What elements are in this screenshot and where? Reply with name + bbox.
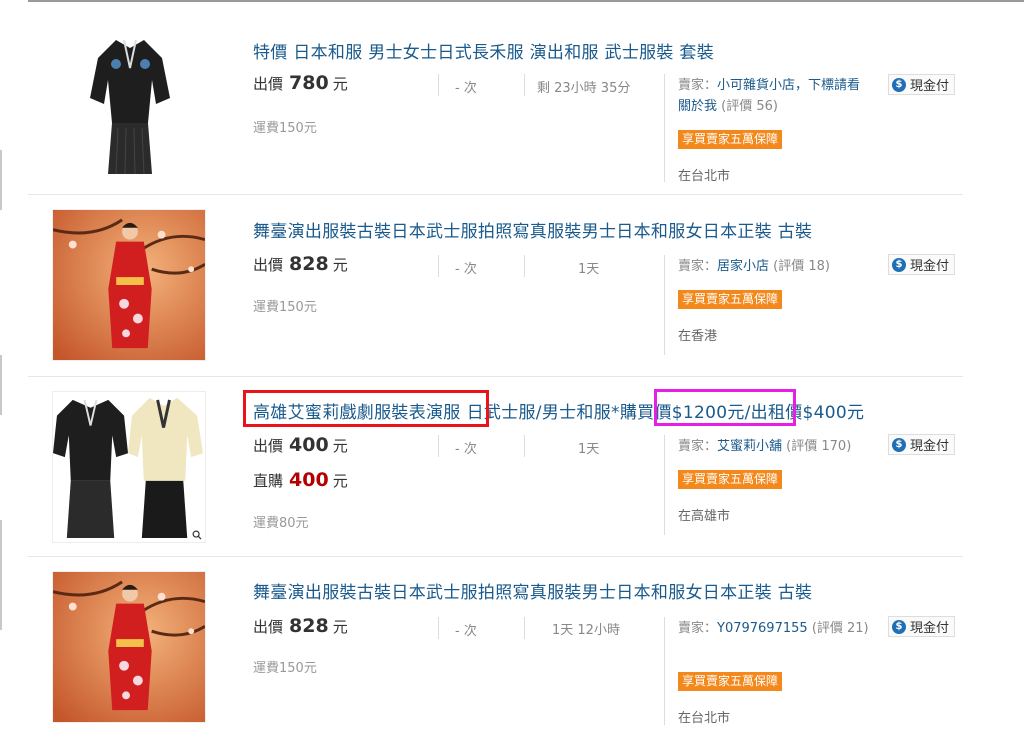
column-divider [524,74,525,96]
column-divider [524,255,525,277]
seller-location: 在台北市 [678,711,731,726]
bid-price-label: 出價 [253,75,284,93]
bid-price: 出價 828 元 [253,615,348,637]
column-divider [438,74,439,96]
column-divider [664,74,665,182]
kimono-woman-image [53,210,205,360]
listing-title[interactable]: 特價 日本和服 男士女士日式長禾服 演出和服 武士服裝 套裝 [253,38,714,63]
seller-rating[interactable]: (評價 56) [721,99,778,114]
bid-price: 出價 828 元 [253,253,348,275]
seller-rating[interactable]: (評價 21) [812,621,869,636]
bid-price: 出價 780 元 [253,72,348,94]
bid-count: - 次 [455,442,477,457]
samurai-outfits-image [53,392,205,542]
cash-pay-tag: $ 現金付 [888,254,956,275]
seller-location: 在香港 [678,329,718,344]
column-divider [664,617,665,725]
price-unit: 元 [332,472,348,490]
dollar-coin-icon: $ [892,619,906,634]
bid-price-value: 780 [289,72,329,94]
highlight-box-red [243,390,489,427]
buyer-protection-badge: 享買賣家五萬保障 [678,130,783,149]
seller-rating[interactable]: (評價 18) [773,259,830,274]
direct-buy-price: 直購 400 元 [253,469,348,491]
bid-price: 出價 400 元 [253,434,348,456]
cash-pay-tag: $ 現金付 [888,616,956,637]
buyer-protection-badge: 享買賣家五萬保障 [678,672,783,691]
column-divider [524,617,525,639]
pay-method-label: 現金付 [910,439,950,454]
bid-price-value: 400 [289,434,329,456]
kimono-woman-image [53,572,205,722]
dollar-coin-icon: $ [892,257,906,272]
shipping-fee: 運費150元 [253,121,317,136]
column-divider [524,435,525,457]
kimono-image [78,28,182,180]
column-divider [664,255,665,355]
column-divider [664,435,665,535]
listing-4: 舞臺演出服裝古裝日本武士服拍照寫真服裝男士日本和服女日本正裝 古裝 出價 828 元… [0,557,1024,734]
buyer-protection-badge: 享買賣家五萬保障 [678,290,783,309]
seller-prefix: 賣家： [678,259,718,274]
buyer-protection-badge: 享買賣家五萬保障 [678,470,783,489]
dollar-coin-icon: $ [892,77,906,92]
column-divider [438,617,439,639]
shipping-fee: 運費150元 [253,661,317,676]
pay-method-label: 現金付 [910,259,950,274]
bid-count: - 次 [455,262,477,277]
pay-method-label: 現金付 [910,621,950,636]
shipping-fee: 運費150元 [253,300,317,315]
time-left: 1天 12小時 [552,623,620,638]
time-left: 1天 [578,442,600,457]
listing-title[interactable]: 舞臺演出服裝古裝日本武士服拍照寫真服裝男士日本和服女日本正裝 古裝 [253,578,812,603]
price-unit: 元 [332,256,348,274]
direct-buy-value: 400 [289,469,329,491]
seller-info: 賣家：居家小店 (評價 18) [678,256,878,277]
listing-thumbnail[interactable] [52,571,206,723]
highlight-box-magenta [654,389,796,426]
bid-count: - 次 [455,624,477,639]
bid-price-value: 828 [289,253,329,275]
seller-info: 賣家：艾蜜莉小舖 (評價 170) [678,436,888,457]
price-unit: 元 [332,75,348,93]
seller-location: 在台北市 [678,169,731,184]
direct-buy-label: 直購 [253,472,284,490]
listing-3: 高雄艾蜜莉戲劇服裝表演服 日武士服/男士和服*購買價$1200元/出租價$400元… [0,377,1024,557]
seller-rating[interactable]: (評價 170) [786,439,851,454]
listing-1: 特價 日本和服 男士女士日式長禾服 演出和服 武士服裝 套裝 出價 780 元 運費… [0,14,1024,194]
seller-info: 賣家：小可雜貨小店，下標請看關於我 (評價 56) [678,75,868,117]
listing-title[interactable]: 舞臺演出服裝古裝日本武士服拍照寫真服裝男士日本和服女日本正裝 古裝 [253,217,812,242]
seller-info: 賣家：Y0797697155 (評價 21) [678,618,873,639]
cash-pay-tag: $ 現金付 [888,74,956,95]
seller-prefix: 賣家： [678,78,718,93]
seller-name-link[interactable]: 居家小店 [717,259,769,274]
bid-count: - 次 [455,81,477,96]
time-left: 剩 23小時 35分 [537,81,631,96]
bid-price-label: 出價 [253,437,284,455]
pay-method-label: 現金付 [910,79,950,94]
dollar-coin-icon: $ [892,437,906,452]
bid-price-value: 828 [289,615,329,637]
listing-thumbnail[interactable] [78,28,182,180]
price-unit: 元 [332,437,348,455]
seller-name-link[interactable]: 艾蜜莉小舖 [717,439,782,454]
column-divider [438,255,439,277]
listing-2: 舞臺演出服裝古裝日本武士服拍照寫真服裝男士日本和服女日本正裝 古裝 出價 828 元… [0,195,1024,375]
seller-prefix: 賣家： [678,621,718,636]
title-part-item: 日武士服/男士和服* [466,403,620,423]
column-divider [438,435,439,457]
price-unit: 元 [332,618,348,636]
seller-name-link[interactable]: Y0797697155 [717,621,808,636]
shipping-fee: 運費80元 [253,516,309,531]
listing-thumbnail[interactable] [52,391,206,543]
seller-prefix: 賣家： [678,439,718,454]
listing-thumbnail[interactable] [52,209,206,361]
top-border [28,0,1024,2]
cash-pay-tag: $ 現金付 [888,434,956,455]
bid-price-label: 出價 [253,618,284,636]
time-left: 1天 [578,262,600,277]
seller-location: 在高雄市 [678,509,731,524]
bid-price-label: 出價 [253,256,284,274]
